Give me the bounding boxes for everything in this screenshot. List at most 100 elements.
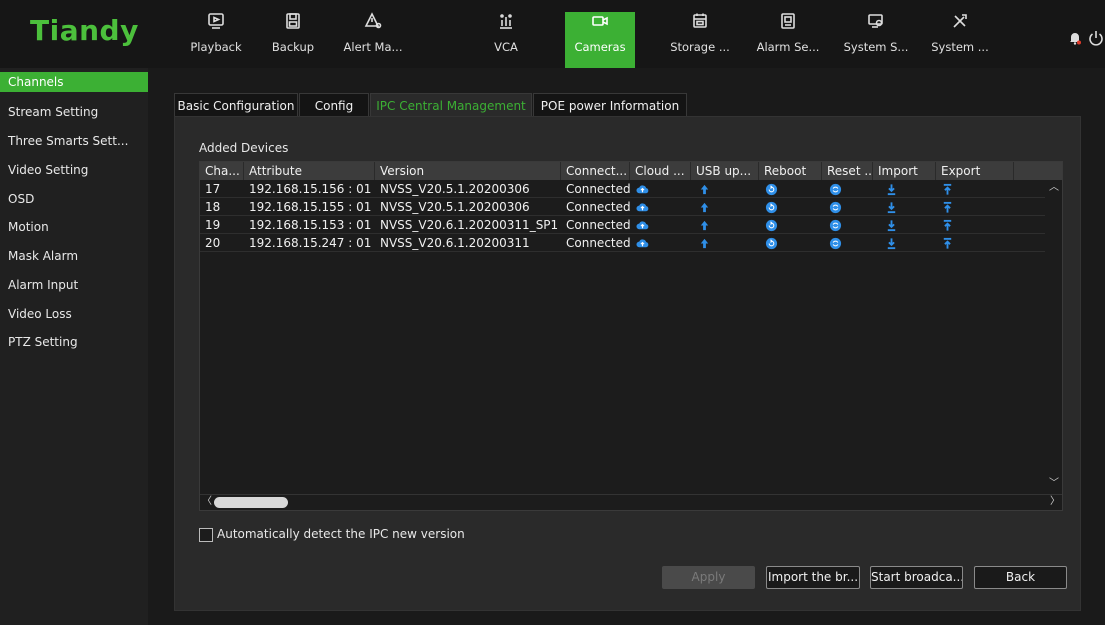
nav-backup[interactable]: Backup: [255, 12, 331, 68]
scroll-down-icon[interactable]: ﹀: [1048, 478, 1060, 490]
sidebar-item-video-loss[interactable]: Video Loss: [0, 301, 148, 327]
export-icon[interactable]: [936, 198, 1014, 216]
nav-system-tools[interactable]: System ...: [922, 12, 998, 68]
reset-icon[interactable]: [822, 180, 873, 198]
logo: Tiandy: [30, 14, 139, 47]
table-row[interactable]: 17 192.168.15.156 : 01 NVSS_V20.5.1.202003…: [200, 180, 1045, 198]
cell-channel: 20: [205, 236, 221, 250]
column-header-reboot[interactable]: Reboot: [759, 162, 822, 180]
reboot-icon[interactable]: [759, 198, 822, 216]
cell-connection: Connected: [566, 236, 630, 250]
import-button[interactable]: Import the br...: [766, 566, 860, 589]
sidebar-item-video-setting[interactable]: Video Setting: [0, 157, 148, 183]
nav-storage[interactable]: Storage ...: [662, 12, 738, 68]
nav-label: Alarm Se...: [756, 40, 820, 54]
export-icon[interactable]: [936, 216, 1014, 234]
sidebar-item-stream-setting[interactable]: Stream Setting: [0, 99, 148, 125]
nav-system-settings[interactable]: System S...: [838, 12, 914, 68]
reboot-icon[interactable]: [759, 216, 822, 234]
usb-upgrade-icon[interactable]: [691, 180, 759, 198]
nav-alarm-settings[interactable]: Alarm Se...: [750, 12, 826, 68]
sidebar-item-osd[interactable]: OSD: [0, 186, 148, 212]
vertical-scrollbar[interactable]: ︿ ﹀: [1046, 180, 1062, 492]
tab-config[interactable]: Config: [299, 93, 369, 117]
cloud-upgrade-icon[interactable]: [630, 180, 691, 198]
apply-button[interactable]: Apply: [662, 566, 755, 589]
nav-playback[interactable]: Playback: [178, 12, 254, 68]
import-icon[interactable]: [873, 180, 936, 198]
usb-upgrade-icon[interactable]: [691, 198, 759, 216]
scroll-left-icon[interactable]: 〈: [201, 496, 213, 508]
sidebar-item-mask-alarm[interactable]: Mask Alarm: [0, 243, 148, 269]
sidebar: Channels Stream Setting Three Smarts Set…: [0, 68, 148, 625]
column-header-cloud-upgrade[interactable]: Cloud ...: [630, 162, 691, 180]
column-header-import[interactable]: Import: [873, 162, 936, 180]
horizontal-scrollbar[interactable]: 〈 〉: [200, 494, 1062, 510]
column-header-channel[interactable]: Cha...: [200, 162, 244, 180]
table-row[interactable]: 18 192.168.15.155 : 01 NVSS_V20.5.1.202003…: [200, 198, 1045, 216]
cloud-upgrade-icon[interactable]: [630, 234, 691, 252]
nav-label: Backup: [271, 40, 315, 54]
cell-connection: Connected: [566, 200, 630, 214]
vca-icon: [468, 12, 544, 34]
section-title: Added Devices: [199, 141, 289, 155]
auto-detect-checkbox[interactable]: [199, 528, 213, 542]
reboot-icon[interactable]: [759, 234, 822, 252]
reset-icon[interactable]: [822, 216, 873, 234]
cell-channel: 17: [205, 182, 221, 196]
column-header-reset[interactable]: Reset ...: [822, 162, 873, 180]
column-header-usb-upgrade[interactable]: USB up...: [691, 162, 759, 180]
devices-table: Cha... Attribute Version Connect... Clou…: [199, 161, 1063, 511]
cell-attribute: 192.168.15.247 : 01: [249, 236, 372, 250]
import-icon[interactable]: [873, 198, 936, 216]
sidebar-item-ptz-setting[interactable]: PTZ Setting: [0, 329, 148, 355]
cell-version: NVSS_V20.5.1.20200306: [380, 182, 530, 196]
sidebar-item-motion[interactable]: Motion: [0, 214, 148, 240]
export-icon[interactable]: [936, 180, 1014, 198]
start-broadcast-button[interactable]: Start broadca...: [870, 566, 963, 589]
reset-icon[interactable]: [822, 234, 873, 252]
column-header-export[interactable]: Export: [936, 162, 1014, 180]
nav-alert-management[interactable]: Alert Ma...: [335, 12, 411, 68]
cell-attribute: 192.168.15.156 : 01: [249, 182, 372, 196]
usb-upgrade-icon[interactable]: [691, 234, 759, 252]
power-icon[interactable]: [1088, 29, 1104, 47]
table-row[interactable]: 20 192.168.15.247 : 01 NVSS_V20.6.1.202003…: [200, 234, 1045, 252]
tab-basic-configuration[interactable]: Basic Configuration: [174, 93, 298, 117]
scroll-right-icon[interactable]: 〉: [1049, 496, 1061, 508]
reset-icon[interactable]: [822, 198, 873, 216]
cell-version: NVSS_V20.6.1.20200311_SP1: [380, 218, 559, 232]
nav-label: VCA: [494, 40, 518, 54]
import-icon[interactable]: [873, 234, 936, 252]
table-header: Cha... Attribute Version Connect... Clou…: [200, 162, 1062, 180]
nav-label: Cameras: [574, 40, 626, 54]
storage-icon: [662, 12, 738, 34]
cloud-upgrade-icon[interactable]: [630, 198, 691, 216]
nav-cameras[interactable]: Cameras: [565, 12, 635, 68]
nav-label: System ...: [931, 40, 989, 54]
tab-poe-power-information[interactable]: POE power Information: [533, 93, 687, 117]
top-bar: Tiandy Playback Backup Alert Ma... VCA C…: [0, 0, 1105, 68]
bell-icon[interactable]: [1068, 31, 1082, 45]
cell-channel: 18: [205, 200, 221, 214]
import-icon[interactable]: [873, 216, 936, 234]
column-header-connection[interactable]: Connect...: [561, 162, 630, 180]
horizontal-scroll-thumb[interactable]: [214, 497, 288, 508]
table-row[interactable]: 19 192.168.15.153 : 01 NVSS_V20.6.1.202003…: [200, 216, 1045, 234]
reboot-icon[interactable]: [759, 180, 822, 198]
sidebar-item-alarm-input[interactable]: Alarm Input: [0, 272, 148, 298]
scroll-up-icon[interactable]: ︿: [1048, 182, 1060, 194]
nav-vca[interactable]: VCA: [468, 12, 544, 68]
sidebar-item-three-smarts[interactable]: Three Smarts Sett...: [0, 128, 148, 154]
cloud-upgrade-icon[interactable]: [630, 216, 691, 234]
usb-upgrade-icon[interactable]: [691, 216, 759, 234]
column-header-attribute[interactable]: Attribute: [244, 162, 375, 180]
alarm-icon: [750, 12, 826, 34]
nav-label: Alert Ma...: [343, 40, 403, 54]
export-icon[interactable]: [936, 234, 1014, 252]
back-button[interactable]: Back: [974, 566, 1067, 589]
sidebar-item-channels[interactable]: Channels: [0, 72, 148, 92]
tab-ipc-central-management[interactable]: IPC Central Management: [370, 93, 532, 117]
column-header-version[interactable]: Version: [375, 162, 561, 180]
save-icon: [255, 12, 331, 34]
